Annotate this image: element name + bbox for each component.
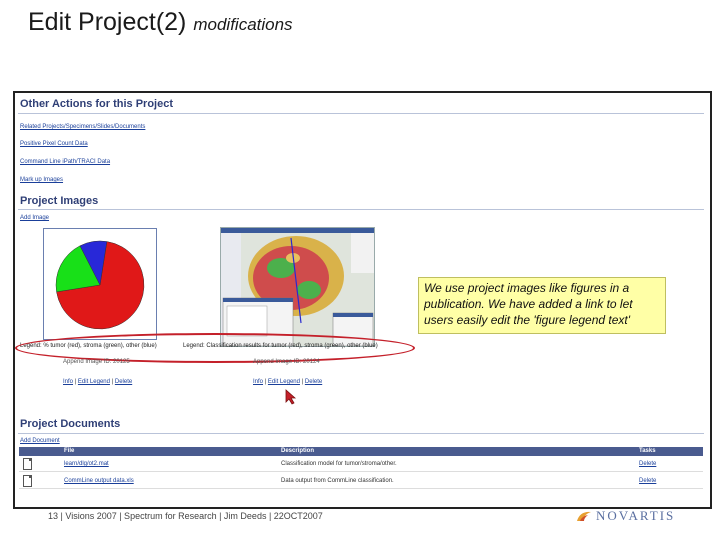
command-line-data-link[interactable]: Command Line iPath/TRACI Data — [20, 159, 110, 165]
document-description: Data output from CommLine classification… — [281, 478, 394, 484]
image-2-edit-legend-link[interactable]: Edit Legend — [268, 379, 300, 385]
slide-footer: 13 | Visions 2007 | Spectrum for Researc… — [48, 511, 323, 521]
document-icon — [23, 458, 32, 470]
document-icon — [23, 475, 32, 487]
column-header-file: File — [64, 448, 75, 454]
project-documents-heading: Project Documents — [20, 418, 121, 430]
other-actions-heading: Other Actions for this Project — [20, 98, 174, 110]
table-row: CommLine output data.xls Data output fro… — [19, 474, 703, 489]
related-projects-link[interactable]: Related Projects/Specimens/Slides/Docume… — [20, 124, 145, 130]
image-1-edit-legend-link[interactable]: Edit Legend — [78, 379, 110, 385]
project-image-thumbnail-1[interactable] — [43, 228, 157, 340]
image-1-info-link[interactable]: Info — [63, 379, 73, 385]
project-image-thumbnail-2[interactable] — [220, 227, 375, 347]
image-2-caption: Append Image ID: 20124 — [253, 359, 320, 365]
document-file-link[interactable]: CommLine output data.xls — [64, 478, 134, 484]
image-1-caption: Append Image ID: 20125 — [63, 359, 130, 365]
divider — [18, 209, 704, 210]
callout-note: We use project images like figures in a … — [418, 277, 666, 334]
table-row: learn/dlg/ot2.mat Classification model f… — [19, 457, 703, 472]
column-header-description: Description — [281, 448, 315, 454]
document-delete-link[interactable]: Delete — [639, 461, 656, 467]
slide-title: Edit Project(2) modifications — [28, 8, 293, 37]
slide-title-main: Edit Project(2) — [28, 8, 187, 36]
column-header-tasks: Tasks — [639, 448, 656, 454]
novartis-wordmark: NOVARTIS — [596, 508, 676, 523]
mouse-pointer-icon — [285, 389, 297, 405]
slide-title-subtitle: modifications — [193, 15, 293, 34]
image-2-actions: Info | Edit Legend | Delete — [253, 379, 323, 385]
image-2-info-link[interactable]: Info — [253, 379, 263, 385]
positive-pixel-count-link[interactable]: Positive Pixel Count Data — [20, 141, 88, 147]
image-2-delete-link[interactable]: Delete — [305, 379, 322, 385]
novartis-logo: NOVARTIS — [576, 508, 675, 524]
document-description: Classification model for tumor/stroma/ot… — [281, 461, 397, 467]
add-document-link[interactable]: Add Document — [20, 438, 60, 444]
novartis-flame-icon — [577, 511, 591, 521]
image-1-delete-link[interactable]: Delete — [115, 379, 132, 385]
divider — [18, 433, 704, 434]
add-image-link[interactable]: Add Image — [20, 215, 49, 221]
divider — [18, 113, 704, 114]
document-file-link[interactable]: learn/dlg/ot2.mat — [64, 461, 109, 467]
pie-chart-image — [55, 240, 145, 330]
image-1-actions: Info | Edit Legend | Delete — [63, 379, 133, 385]
project-images-heading: Project Images — [20, 195, 99, 207]
documents-table-header: File Description Tasks — [19, 447, 703, 456]
classification-screenshot-image — [221, 228, 374, 346]
document-delete-link[interactable]: Delete — [639, 478, 656, 484]
mark-up-images-link[interactable]: Mark up Images — [20, 177, 63, 183]
